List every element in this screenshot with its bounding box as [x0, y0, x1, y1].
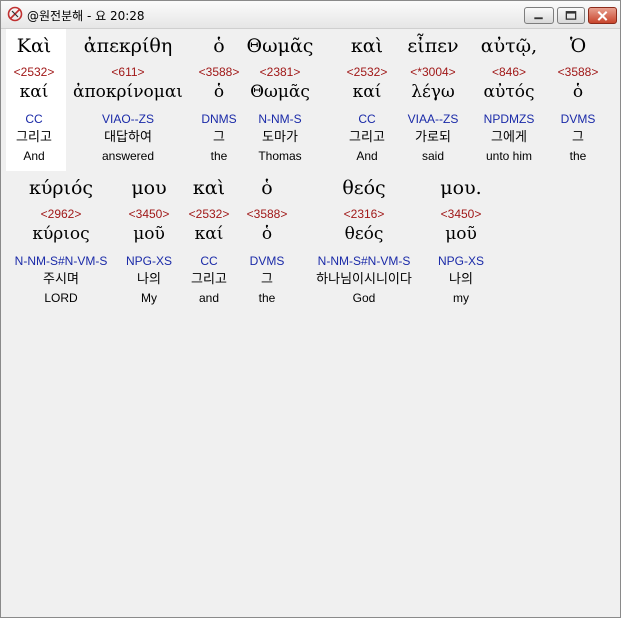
close-button[interactable] — [588, 7, 617, 24]
lemma: ὁ — [572, 82, 584, 102]
morphology-code: NPG-XS — [437, 254, 484, 268]
morphology-code: DVMS — [560, 112, 596, 126]
korean-gloss: 그 — [572, 130, 584, 145]
app-window: @원전분해 - 요 20:28 Καὶ <2532> καί CC 그리고 And ἀπεκ… — [0, 0, 621, 618]
strong-number: <3588> — [557, 65, 599, 79]
minimize-button[interactable] — [524, 7, 554, 24]
interlinear-view[interactable]: Καὶ <2532> καί CC 그리고 And ἀπεκρίθη <611> ἀποκρίν… — [6, 29, 616, 615]
close-icon — [597, 10, 608, 21]
greek-word: μου. — [440, 177, 482, 199]
title-bar[interactable]: @원전분해 - 요 20:28 — [1, 1, 620, 29]
greek-word: Ὁ — [569, 35, 587, 57]
lemma: μοῦ — [445, 224, 477, 244]
strong-number: <3450> — [440, 207, 482, 221]
korean-gloss: 나의 — [449, 272, 473, 287]
app-logo-icon — [7, 6, 23, 22]
minimize-icon — [534, 17, 543, 20]
window-title: @원전분해 - 요 20:28 — [27, 9, 145, 23]
english-gloss: the — [569, 149, 587, 163]
maximize-icon — [565, 11, 577, 20]
english-gloss: my — [453, 291, 469, 305]
maximize-button[interactable] — [557, 7, 585, 24]
